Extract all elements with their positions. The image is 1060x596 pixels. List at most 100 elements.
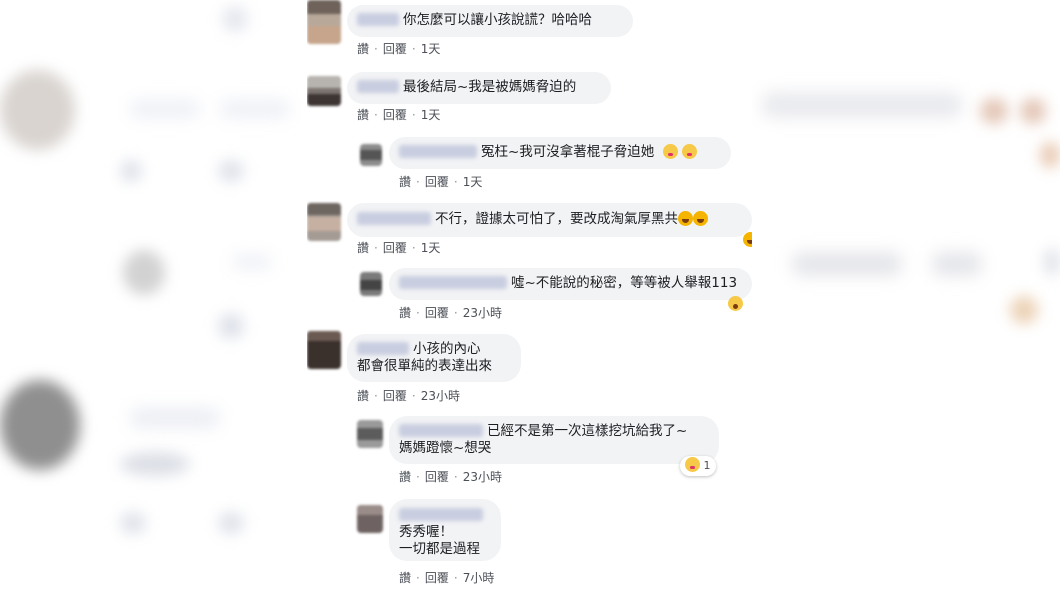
separator: · <box>411 241 416 255</box>
avatar[interactable] <box>307 0 341 44</box>
comment-actions: 讚 · 回覆 · 23小時 <box>399 468 507 485</box>
reply-bubble: 冤枉~我可沒拿著棍子脅迫她 <box>389 137 731 169</box>
comment-bubble: 不行，證據太可怕了，要改成淘氣厚黑共 <box>347 203 752 237</box>
reaction-count: 1 <box>703 459 711 472</box>
comment-time[interactable]: 7小時 <box>463 571 495 585</box>
blurred-emoji <box>1040 142 1060 168</box>
commenter-name[interactable] <box>399 145 477 158</box>
like-link[interactable]: 讚 <box>357 389 369 403</box>
comment-time[interactable]: 23小時 <box>421 389 460 403</box>
avatar[interactable] <box>307 331 341 369</box>
laugh-emoji-icon <box>693 211 708 226</box>
blurred-emoji <box>1020 98 1046 124</box>
comment-time[interactable]: 1天 <box>463 175 483 189</box>
comment-time[interactable]: 1天 <box>421 42 441 56</box>
kiss-reaction-icon <box>685 457 700 472</box>
comment-time[interactable]: 1天 <box>421 108 441 122</box>
blurred-text <box>130 100 200 118</box>
separator: · <box>416 571 420 585</box>
separator: · <box>453 306 458 320</box>
like-link[interactable]: 讚 <box>357 42 369 56</box>
reply-link[interactable]: 回覆 <box>425 306 449 320</box>
comment-time[interactable]: 1天 <box>421 241 441 255</box>
commenter-name[interactable] <box>357 212 431 225</box>
like-link[interactable]: 讚 <box>399 571 411 585</box>
avatar[interactable] <box>307 76 341 106</box>
blurred-background-right <box>752 0 1060 596</box>
comment-actions: 讚 · 回覆 · 23小時 <box>399 304 507 321</box>
separator: · <box>416 306 420 320</box>
reply-link[interactable]: 回覆 <box>383 108 407 122</box>
comment-line-2: 媽媽蹬懷~想哭 <box>399 440 492 456</box>
blurred-icon <box>218 160 244 182</box>
like-link[interactable]: 讚 <box>357 108 369 122</box>
like-link[interactable]: 讚 <box>357 241 369 255</box>
kiss-emoji-icon <box>681 144 697 159</box>
reply-link[interactable]: 回覆 <box>425 175 449 189</box>
commenter-name[interactable] <box>399 424 483 437</box>
blurred-text <box>792 252 902 276</box>
blurred-icon <box>1044 248 1060 276</box>
blurred-text <box>932 252 982 276</box>
blurred-icon <box>222 6 248 32</box>
commenter-name[interactable] <box>399 508 483 521</box>
comment-bubble: 最後結局~我是被媽媽脅迫的 <box>347 72 611 104</box>
comment-feed: 你怎麼可以讓小孩說謊？哈哈哈 讚 · 回覆 · 1天 最後結局~我是被媽媽脅迫的 讚 · 回… <box>307 0 752 596</box>
blurred-text <box>130 408 220 428</box>
blurred-emoji <box>1010 296 1038 324</box>
wow-reaction-icon[interactable] <box>728 296 743 311</box>
reply-link[interactable]: 回覆 <box>425 571 449 585</box>
comment-line-1: 秀秀喔！ <box>399 524 453 540</box>
blurred-icon <box>218 512 244 534</box>
like-link[interactable]: 讚 <box>399 470 411 484</box>
blurred-icon <box>120 452 190 476</box>
comment-bubble: 你怎麼可以讓小孩說謊？哈哈哈 <box>347 5 633 37</box>
commenter-name[interactable] <box>399 276 507 289</box>
comment-time[interactable]: 23小時 <box>463 306 502 320</box>
comment-text: 最後結局~我是被媽媽脅迫的 <box>403 79 577 95</box>
reply-link[interactable]: 回覆 <box>383 241 407 255</box>
reply-link[interactable]: 回覆 <box>425 470 449 484</box>
reaction-badge-icon[interactable] <box>743 232 752 247</box>
comment-line-1: 已經不是第一次這樣挖坑給我了~ <box>487 423 688 439</box>
separator: · <box>374 389 378 403</box>
reaction-summary[interactable]: 1 <box>680 456 716 476</box>
comment-time[interactable]: 23小時 <box>463 470 502 484</box>
blurred-icon <box>120 160 142 182</box>
comment-actions: 讚 · 回覆 · 1天 <box>399 173 487 190</box>
reply-link[interactable]: 回覆 <box>383 389 407 403</box>
comment-text: 你怎麼可以讓小孩說謊？哈哈哈 <box>403 12 592 28</box>
comment-line-2: 都會很單純的表達出來 <box>357 358 492 374</box>
avatar[interactable] <box>360 144 382 166</box>
blurred-avatar <box>0 380 80 470</box>
blurred-text <box>232 255 272 269</box>
avatar[interactable] <box>357 420 383 448</box>
reply-bubble: 秀秀喔！ 一切都是過程 <box>389 499 501 561</box>
blurred-text <box>762 92 962 118</box>
comment-actions: 讚 · 回覆 · 1天 <box>357 106 445 123</box>
blurred-avatar <box>123 250 165 295</box>
separator: · <box>416 470 420 484</box>
blurred-text <box>220 100 290 118</box>
comment-line-2: 一切都是過程 <box>399 541 480 557</box>
reply-bubble: 已經不是第一次這樣挖坑給我了~ 媽媽蹬懷~想哭 <box>389 416 719 464</box>
commenter-name[interactable] <box>357 80 399 93</box>
kiss-emoji-icon <box>662 144 678 159</box>
reply-link[interactable]: 回覆 <box>383 42 407 56</box>
avatar[interactable] <box>307 203 341 241</box>
like-link[interactable]: 讚 <box>399 175 411 189</box>
avatar[interactable] <box>360 272 382 296</box>
blurred-icon <box>218 313 244 339</box>
comment-bubble: 小孩的內心 都會很單純的表達出來 <box>347 334 521 382</box>
commenter-name[interactable] <box>357 13 399 26</box>
like-link[interactable]: 讚 <box>399 306 411 320</box>
avatar[interactable] <box>357 505 383 533</box>
separator: · <box>374 108 378 122</box>
comment-text: 冤枉~我可沒拿著棍子脅迫她 <box>481 144 655 160</box>
laugh-emoji-icon <box>678 211 693 226</box>
commenter-name[interactable] <box>357 342 409 355</box>
comment-actions: 讚 · 回覆 · 1天 <box>357 40 445 57</box>
separator: · <box>453 571 458 585</box>
separator: · <box>411 42 416 56</box>
separator: · <box>411 389 416 403</box>
